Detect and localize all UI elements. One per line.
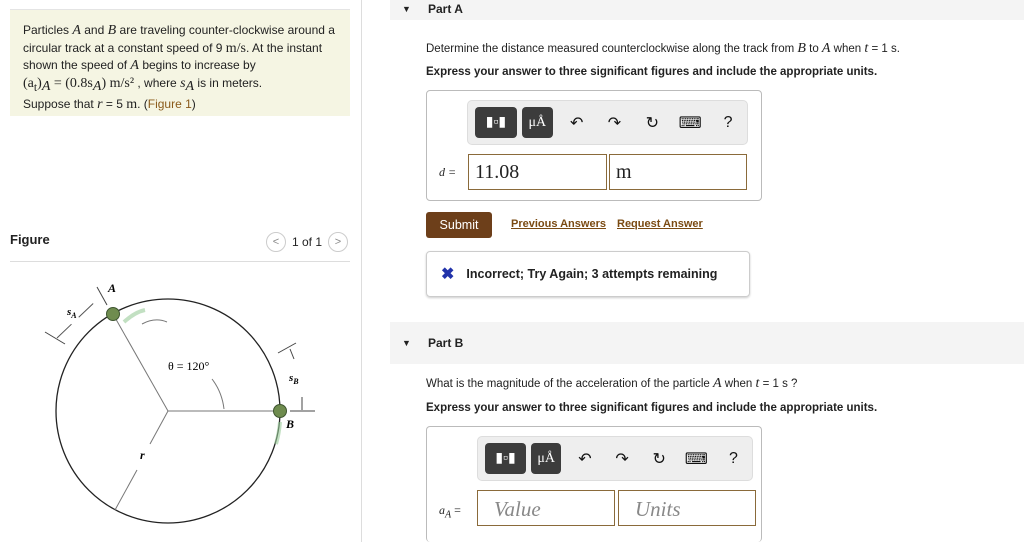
units-button[interactable]: μÅ [521, 107, 553, 138]
fraction-template-icon: ▮▫▮ [495, 451, 516, 466]
text: . ( [137, 97, 148, 112]
text: , where [134, 75, 181, 90]
help-icon: ? [729, 449, 738, 467]
answer-label: aA = [439, 503, 461, 521]
text: Particles [23, 23, 73, 37]
undo-button[interactable]: ↶ [566, 449, 603, 469]
undo-icon: ↶ [569, 114, 584, 132]
figure-header: Figure < 1 of 1 > [10, 230, 350, 262]
collapse-triangle-icon: ▼ [402, 4, 411, 14]
radius-arrow-r [114, 469, 138, 511]
label-theta: θ = 120° [168, 359, 210, 373]
redo-button[interactable]: ↷ [603, 449, 640, 469]
help-button[interactable]: ? [709, 114, 747, 132]
chevron-left-icon: < [272, 236, 280, 248]
radius-line-a [112, 313, 169, 412]
text: and [80, 23, 108, 37]
problem-statement: Particles A and B are traveling counter-… [10, 9, 350, 116]
units-icon: μÅ [528, 114, 547, 130]
part-a-title: Part A [428, 2, 463, 16]
part-a-question: Determine the distance measured counterc… [426, 41, 900, 56]
text: is in meters. [194, 75, 263, 90]
var: B [107, 23, 117, 38]
part-b-answer-box: ▮▫▮ μÅ ↶ ↷ ↻ ⌨ ? aA = Value Units [426, 426, 762, 542]
undo-button[interactable]: ↶ [558, 113, 596, 133]
previous-answers-link[interactable]: Previous Answers [511, 218, 606, 230]
answer-label: d = [439, 165, 457, 179]
value-input[interactable]: Value [477, 490, 615, 526]
radius-line-r [149, 410, 169, 445]
figure-pager: < 1 of 1 > [265, 232, 348, 252]
math-toolbar: ▮▫▮ μÅ ↶ ↷ ↻ ⌨ ? [467, 100, 748, 145]
part-a-instructions: Express your answer to three significant… [426, 66, 878, 78]
feedback-text: Incorrect; Try Again; 3 attempts remaini… [466, 267, 718, 281]
help-button[interactable]: ? [715, 450, 752, 468]
text: = 5 [102, 97, 127, 112]
redo-icon: ↷ [615, 450, 629, 468]
incorrect-x-icon: ✖ [441, 266, 455, 283]
help-icon: ? [723, 113, 733, 131]
part-b-header[interactable]: ▼ Part B [390, 322, 1024, 364]
units-input[interactable]: Units [618, 490, 756, 526]
label-sb: sB [288, 372, 299, 386]
part-a-answer-box: ▮▫▮ μÅ ↶ ↷ ↻ ⌨ ? d = 11.08 m [426, 90, 762, 201]
units-button[interactable]: μÅ [531, 443, 562, 474]
collapse-triangle-icon: ▼ [402, 338, 411, 348]
units-icon: μÅ [537, 450, 555, 466]
chevron-right-icon: > [334, 236, 342, 248]
label-sa: sA [66, 306, 77, 320]
reset-button[interactable]: ↻ [641, 449, 678, 469]
keyboard-button[interactable]: ⌨ [678, 449, 715, 469]
next-figure-button[interactable]: > [328, 232, 348, 252]
angle-arc-2 [211, 378, 225, 410]
part-b-instructions: Express your answer to three significant… [426, 402, 878, 414]
label-a: A [107, 281, 116, 295]
reset-button[interactable]: ↻ [633, 113, 671, 133]
equation: (at)A = (0.8sA) m/s² [23, 75, 135, 95]
label-r: r [140, 448, 145, 462]
particle-b [273, 404, 287, 418]
var: A [130, 58, 139, 73]
value-input[interactable]: 11.08 [468, 154, 607, 190]
redo-button[interactable]: ↷ [596, 113, 634, 133]
templates-button[interactable]: ▮▫▮ [485, 443, 527, 474]
prev-figure-button[interactable]: < [265, 232, 286, 252]
fraction-template-icon: ▮▫▮ [485, 115, 507, 130]
templates-button[interactable]: ▮▫▮ [475, 107, 517, 138]
keyboard-button[interactable]: ⌨ [671, 113, 709, 133]
text: Suppose that [23, 97, 98, 112]
angle-arc [141, 319, 168, 325]
unit: m [126, 97, 138, 113]
units-input[interactable]: m [609, 154, 747, 190]
label-b: B [285, 417, 294, 431]
var: A [72, 23, 81, 38]
submit-button[interactable]: Submit [426, 212, 492, 238]
undo-icon: ↶ [578, 450, 592, 468]
redo-icon: ↷ [607, 114, 622, 132]
text: ) [191, 97, 196, 112]
reset-icon: ↻ [645, 114, 660, 132]
figure-title: Figure [10, 232, 50, 247]
math-toolbar: ▮▫▮ μÅ ↶ ↷ ↻ ⌨ ? [477, 436, 753, 481]
request-answer-link[interactable]: Request Answer [617, 218, 703, 230]
figure-diagram: A B sA sB θ = 120° r [44, 281, 315, 524]
keyboard-icon: ⌨ [678, 114, 702, 132]
page-indicator: 1 of 1 [291, 235, 322, 249]
unit: m/s [225, 40, 247, 56]
figure-link[interactable]: Figure 1 [148, 97, 192, 111]
part-a-header[interactable]: ▼ Part A [390, 0, 1024, 20]
part-b-title: Part B [428, 336, 464, 350]
part-b-question: What is the magnitude of the acceleratio… [426, 376, 798, 391]
feedback-message: ✖ Incorrect; Try Again; 3 attempts remain… [426, 251, 750, 297]
left-panel: Particles A and B are traveling counter-… [0, 0, 362, 542]
text: begins to increase by [138, 58, 256, 72]
keyboard-icon: ⌨ [684, 450, 708, 468]
particle-a [106, 307, 120, 321]
reset-icon: ↻ [652, 450, 666, 468]
